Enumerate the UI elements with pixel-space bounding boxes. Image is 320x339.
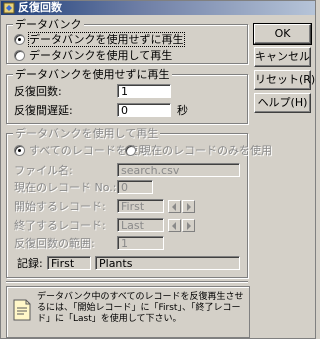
radio-current-record[interactable]: 現在のレコードのみを使用	[125, 144, 272, 157]
record-value-field: First	[47, 256, 91, 270]
file-name-input[interactable]: search.csv	[117, 163, 240, 177]
without-databank-legend: データバンクを使用せずに再生	[13, 68, 172, 81]
databank-group: データバンク データバンクを使用せずに再生 データバンクを使用して再生	[6, 18, 248, 64]
radio-label: 現在のレコードのみを使用	[140, 144, 272, 157]
radio-label: データバンクを使用せずに再生	[28, 32, 185, 47]
arrow-left-icon	[172, 222, 176, 230]
end-prev-button[interactable]	[168, 219, 181, 232]
app-icon	[3, 2, 15, 14]
radio-with-databank[interactable]: データバンクを使用して再生	[14, 49, 174, 62]
arrow-right-icon	[187, 222, 191, 230]
arrow-right-icon	[187, 203, 191, 211]
end-next-button[interactable]	[182, 219, 195, 232]
with-databank-group: データバンクを使用して再生 すべてのレコードを使用 現在のレコードのみを使用 フ…	[6, 127, 272, 278]
repeat-delay-input[interactable]: 0	[117, 103, 171, 117]
start-prev-button[interactable]	[168, 200, 181, 213]
start-record-input[interactable]: First	[117, 199, 164, 213]
current-record-input[interactable]: 0	[117, 180, 153, 194]
radio-without-databank[interactable]: データバンクを使用せずに再生	[14, 32, 185, 47]
databank-legend: データバンク	[13, 18, 84, 31]
radio-dot	[14, 34, 25, 45]
start-record-label: 開始するレコード:	[14, 200, 106, 213]
repeat-count-input[interactable]: 1	[117, 84, 171, 98]
note-icon	[13, 299, 31, 321]
without-databank-group: データバンクを使用せずに再生 反復回数: 1 反復間遅延: 0 秒	[6, 68, 248, 124]
repeat-delay-label: 反復間遅延:	[14, 104, 73, 117]
reset-button[interactable]: リセット(R)	[254, 70, 315, 90]
delay-unit-label: 秒	[177, 104, 188, 117]
info-text: データバンク中のすべてのレコードを反復再生させるには、「開始レコード」に「Fir…	[37, 292, 244, 324]
range-input[interactable]: 1	[117, 236, 164, 250]
title-bar: 反復回数	[1, 1, 315, 15]
record-name-field: Plants	[95, 256, 240, 270]
repeat-dialog: 反復回数 データバンク データバンクを使用せずに再生 データバンクを使用して再生…	[0, 0, 316, 339]
arrow-left-icon	[172, 203, 176, 211]
radio-all-records[interactable]: すべてのレコードを使用	[14, 144, 149, 157]
file-name-label: ファイル名:	[14, 164, 73, 177]
radio-dot	[14, 145, 25, 156]
end-record-label: 終了するレコード:	[14, 219, 106, 232]
help-button[interactable]: ヘルプ(H)	[254, 93, 311, 113]
end-record-input[interactable]: Last	[117, 218, 164, 232]
with-databank-legend: データバンクを使用して再生	[13, 127, 161, 140]
separator	[6, 281, 248, 283]
current-record-label: 現在のレコード No.:	[14, 181, 117, 194]
radio-label: データバンクを使用して再生	[29, 49, 173, 62]
radio-dot	[14, 50, 25, 61]
cancel-button[interactable]: キャンセル	[254, 47, 311, 67]
record-label: 記録:	[17, 257, 43, 270]
repeat-count-label: 反復回数:	[14, 85, 62, 98]
range-label: 反復回数の範囲:	[14, 237, 95, 250]
window-title: 反復回数	[18, 1, 62, 14]
info-box: データバンク中のすべてのレコードを反復再生させるには、「開始レコード」に「Fir…	[6, 286, 250, 338]
start-next-button[interactable]	[182, 200, 195, 213]
ok-button[interactable]: OK	[253, 23, 312, 45]
radio-dot	[125, 145, 136, 156]
